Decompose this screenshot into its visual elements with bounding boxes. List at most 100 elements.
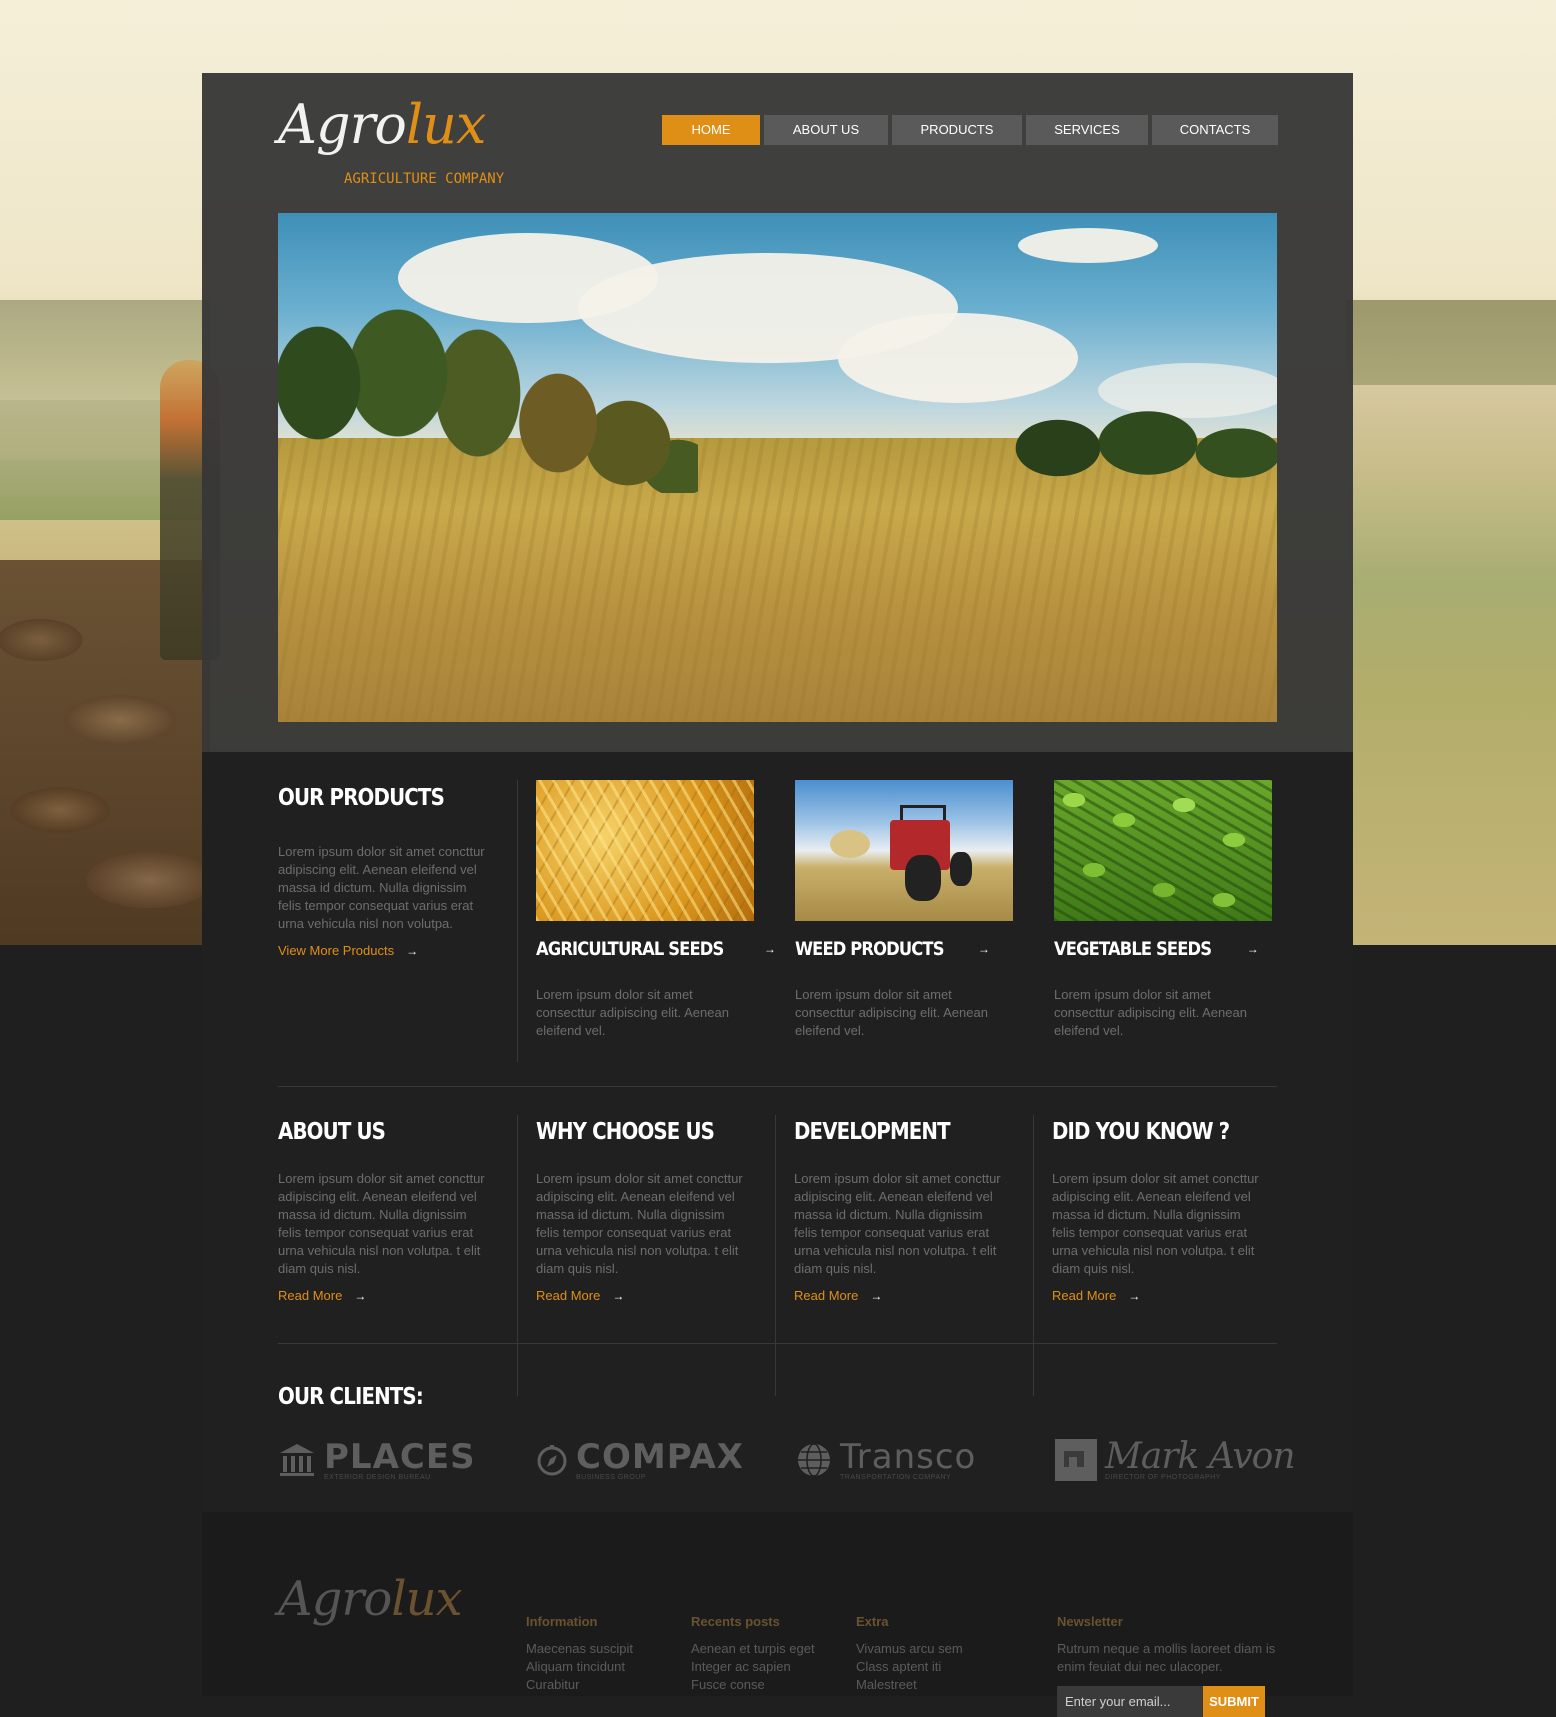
divider: [278, 1086, 1277, 1087]
client-text: Mark Avon DIRECTOR OF PHOTOGRAPHY: [1105, 1435, 1296, 1481]
compass-icon: [537, 1445, 567, 1476]
square-logo-icon: [1055, 1439, 1097, 1481]
footer-link[interactable]: Integer ac sapien: [691, 1658, 815, 1676]
nav-about-us[interactable]: ABOUT US: [764, 115, 888, 145]
hero-trees-left: [278, 273, 698, 493]
newsletter-title: Newsletter: [1057, 1614, 1123, 1629]
client-logo-places[interactable]: PLACES EXTERIOR DESIGN BUREAU: [278, 1435, 476, 1485]
info-text: Lorem ipsum dolor sit amet concttur adip…: [278, 1171, 485, 1276]
logo-wordmark: Agrolux: [278, 93, 487, 156]
logo-part-1: Agro: [278, 93, 407, 156]
products-intro: OUR PRODUCTS Lorem ipsum dolor sit amet …: [278, 785, 493, 960]
divider: [517, 1115, 518, 1396]
products-intro-text: Lorem ipsum dolor sit amet concttur adip…: [278, 844, 485, 931]
view-more-products-label: View More Products: [278, 943, 395, 958]
info-title: ABOUT US: [278, 1119, 386, 1145]
footer-column-recent-posts: Recents posts Aenean et turpis eget Inte…: [691, 1614, 815, 1694]
page-container: Agrolux AGRICULTURE COMPANY HOME ABOUT U…: [202, 73, 1353, 1717]
hay-bale: [830, 830, 870, 858]
product-desc: Lorem ipsum dolor sit amet consecttur ad…: [1054, 987, 1247, 1038]
client-logo-mark-avon[interactable]: Mark Avon DIRECTOR OF PHOTOGRAPHY: [1055, 1435, 1296, 1485]
footer-link[interactable]: Class aptent iti: [856, 1658, 963, 1676]
client-name: PLACES: [324, 1436, 476, 1477]
footer-link[interactable]: Vivamus arcu sem: [856, 1640, 963, 1658]
footer-link[interactable]: Malestreet: [856, 1676, 963, 1694]
logo-part-2: lux: [405, 93, 487, 156]
read-more-link[interactable]: Read More →: [278, 1288, 366, 1303]
arrow-right-icon: →: [354, 1288, 367, 1303]
hero-image: [278, 213, 1277, 722]
product-name: WEED PRODUCTS: [795, 938, 944, 960]
divider: [278, 1343, 1277, 1344]
product-desc: Lorem ipsum dolor sit amet consecttur ad…: [795, 987, 988, 1038]
product-link[interactable]: AGRICULTURAL SEEDS →: [536, 938, 776, 960]
footer-column-information: Information Maecenas suscipit Aliquam ti…: [526, 1614, 633, 1694]
client-logo-transco[interactable]: Transco TRANSPORTATION COMPANY: [796, 1435, 976, 1485]
client-text: Transco TRANSPORTATION COMPANY: [840, 1440, 976, 1481]
arrow-right-icon: →: [763, 942, 776, 956]
product-card: AGRICULTURAL SEEDS → Lorem ipsum dolor s…: [536, 780, 776, 1040]
client-text: COMPAX BUSINESS GROUP: [576, 1440, 744, 1481]
product-desc: Lorem ipsum dolor sit amet consecttur ad…: [536, 987, 729, 1038]
client-name: Mark Avon: [1105, 1435, 1296, 1477]
read-more-link[interactable]: Read More →: [1052, 1288, 1140, 1303]
newsletter: Newsletter Rutrum neque a mollis laoreet…: [1057, 1614, 1287, 1717]
divider: [1033, 1115, 1034, 1396]
footer-link[interactable]: Fusce conse: [691, 1676, 815, 1694]
newsletter-email-input[interactable]: [1057, 1686, 1203, 1717]
newsletter-form: SUBMIT: [1057, 1686, 1287, 1717]
read-more-link[interactable]: Read More →: [536, 1288, 624, 1303]
footer-link[interactable]: Curabitur: [526, 1676, 633, 1694]
product-image-greens[interactable]: [1054, 780, 1272, 921]
arrow-right-icon: →: [870, 1288, 883, 1303]
product-link[interactable]: VEGETABLE SEEDS →: [1054, 938, 1274, 960]
nav-home[interactable]: HOME: [662, 115, 760, 145]
info-why-choose-us: WHY CHOOSE US Lorem ipsum dolor sit amet…: [536, 1119, 751, 1305]
footer-logo-part-2: lux: [391, 1571, 462, 1627]
arrow-right-icon: →: [406, 943, 419, 958]
info-title: DID YOU KNOW ?: [1052, 1119, 1230, 1145]
newsletter-submit-button[interactable]: SUBMIT: [1203, 1686, 1265, 1717]
main-nav: HOME ABOUT US PRODUCTS SERVICES CONTACTS: [662, 115, 1278, 145]
globe-icon: [798, 1443, 830, 1477]
products-title: OUR PRODUCTS: [278, 785, 445, 811]
product-card: VEGETABLE SEEDS → Lorem ipsum dolor sit …: [1054, 780, 1274, 1040]
building-icon: [280, 1444, 314, 1476]
footer-logo[interactable]: Agrolux: [278, 1571, 463, 1627]
newsletter-text: Rutrum neque a mollis laoreet diam is en…: [1057, 1641, 1276, 1674]
footer-link[interactable]: Aliquam tincidunt: [526, 1658, 633, 1676]
tractor-wheel: [905, 855, 941, 901]
nav-contacts[interactable]: CONTACTS: [1152, 115, 1278, 145]
read-more-label: Read More: [536, 1288, 601, 1303]
arrow-right-icon: →: [612, 1288, 625, 1303]
info-title: DEVELOPMENT: [794, 1119, 951, 1145]
info-development: DEVELOPMENT Lorem ipsum dolor sit amet c…: [794, 1119, 1009, 1305]
read-more-label: Read More: [1052, 1288, 1117, 1303]
client-logo-compax[interactable]: COMPAX BUSINESS GROUP: [536, 1435, 744, 1485]
view-more-products-link[interactable]: View More Products →: [278, 943, 418, 958]
footer-column-title: Information: [526, 1614, 598, 1629]
info-text: Lorem ipsum dolor sit amet concttur adip…: [536, 1171, 743, 1276]
footer-link[interactable]: Maecenas suscipit: [526, 1640, 633, 1658]
read-more-label: Read More: [278, 1288, 343, 1303]
product-link[interactable]: WEED PRODUCTS →: [795, 938, 1015, 960]
hero-trees-right: [998, 388, 1277, 488]
footer-logo-part-1: Agro: [278, 1571, 392, 1627]
read-more-label: Read More: [794, 1288, 859, 1303]
tractor-wheel: [950, 852, 972, 886]
divider: [517, 780, 518, 1062]
site-logo[interactable]: Agrolux AGRICULTURE COMPANY: [278, 93, 504, 188]
nav-products[interactable]: PRODUCTS: [892, 115, 1022, 145]
divider: [775, 1115, 776, 1396]
info-about-us: ABOUT US Lorem ipsum dolor sit amet conc…: [278, 1119, 493, 1305]
client-name: Transco: [840, 1436, 977, 1477]
product-image-wheat[interactable]: [536, 780, 754, 921]
info-text: Lorem ipsum dolor sit amet concttur adip…: [1052, 1171, 1259, 1276]
info-title: WHY CHOOSE US: [536, 1119, 715, 1145]
product-image-tractor[interactable]: [795, 780, 1013, 921]
logo-tagline: AGRICULTURE COMPANY: [344, 171, 505, 187]
product-name: VEGETABLE SEEDS: [1054, 938, 1212, 960]
nav-services[interactable]: SERVICES: [1026, 115, 1148, 145]
read-more-link[interactable]: Read More →: [794, 1288, 882, 1303]
footer-link[interactable]: Aenean et turpis eget: [691, 1640, 815, 1658]
